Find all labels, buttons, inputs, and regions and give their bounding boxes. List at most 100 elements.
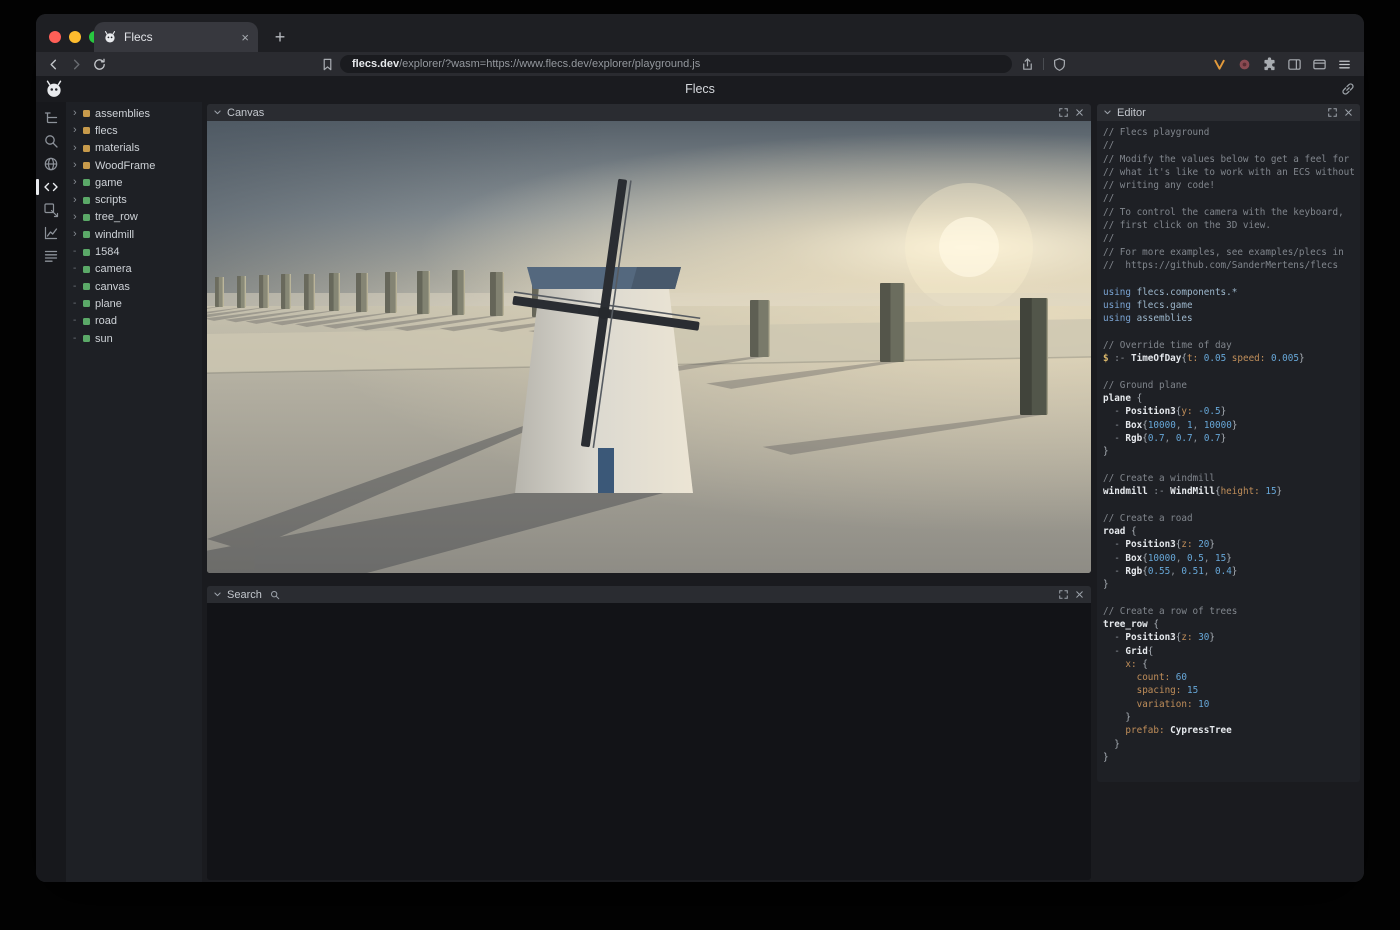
menu-icon[interactable] (1337, 57, 1352, 72)
expand-arrow-icon[interactable]: › (73, 160, 83, 171)
code-line: } (1103, 578, 1360, 591)
tree-item-flecs[interactable]: › flecs (66, 122, 202, 139)
code-line: // Modify the values below to get a feel… (1103, 153, 1360, 166)
fullscreen-icon[interactable] (1327, 107, 1338, 118)
tree-item-1584[interactable]: -1584 (66, 243, 202, 260)
canvas-viewport[interactable] (207, 121, 1091, 573)
tree-item-sun[interactable]: -sun (66, 330, 202, 347)
back-button[interactable] (46, 57, 61, 72)
tree-rail-button[interactable] (43, 110, 59, 126)
flecs-favicon-icon (103, 30, 117, 44)
canvas-panel-header: Canvas (207, 104, 1091, 121)
module-square-icon (83, 127, 90, 134)
code-icon (43, 179, 59, 195)
v-extension-icon[interactable] (1212, 57, 1227, 72)
traffic-minimize-button[interactable] (69, 31, 81, 43)
tree-item-label: game (95, 177, 123, 189)
browser-tab[interactable]: Flecs × (94, 22, 258, 52)
bookmark-icon[interactable] (320, 57, 335, 72)
search-panel-header: Search (207, 586, 1091, 603)
expand-arrow-icon[interactable]: › (73, 212, 83, 223)
entity-square-icon (83, 300, 90, 307)
tree-item-game[interactable]: › game (66, 174, 202, 191)
code-line (1103, 498, 1360, 511)
stats-rail-button[interactable] (43, 225, 59, 241)
tree-item-tree_row[interactable]: ›tree_row (66, 209, 202, 226)
expand-arrow-icon[interactable]: › (73, 143, 83, 154)
share-icon[interactable] (1020, 57, 1035, 72)
tree-item-windmill[interactable]: ›windmill (66, 226, 202, 243)
tree-item-road[interactable]: -road (66, 313, 202, 330)
extension-badge-icon[interactable] (1237, 57, 1252, 72)
traffic-close-button[interactable] (49, 31, 61, 43)
extensions-puzzle-icon[interactable] (1262, 57, 1277, 72)
leaf-dash-icon: - (73, 299, 83, 309)
expand-arrow-icon[interactable]: › (73, 177, 83, 188)
collapse-caret-icon[interactable] (213, 108, 222, 117)
shield-icon[interactable] (1052, 57, 1067, 72)
code-line: - Box{10000, 1, 10000} (1103, 419, 1360, 432)
code-line: prefab: CypressTree (1103, 724, 1360, 737)
code-rail-button[interactable] (43, 179, 59, 195)
url-domain-text: flecs.dev (352, 58, 399, 70)
tree-item-WoodFrame[interactable]: ›WoodFrame (66, 157, 202, 174)
code-line (1103, 365, 1360, 378)
inspect-icon (43, 202, 59, 218)
fullscreen-icon[interactable] (1058, 107, 1069, 118)
entity-square-icon (83, 249, 90, 256)
tree-item-materials[interactable]: ›materials (66, 140, 202, 157)
app-header: Flecs (36, 76, 1364, 102)
tree-item-plane[interactable]: -plane (66, 295, 202, 312)
module-square-icon (83, 110, 90, 117)
code-editor[interactable]: // Flecs playground//// Modify the value… (1097, 121, 1360, 782)
close-icon[interactable] (1074, 107, 1085, 118)
leaf-dash-icon: - (73, 282, 83, 292)
fullscreen-icon[interactable] (1058, 589, 1069, 600)
code-line: // Override time of day (1103, 339, 1360, 352)
code-line: using flecs.game (1103, 299, 1360, 312)
url-bar[interactable]: flecs.dev/explorer/?wasm=https://www.fle… (340, 55, 1012, 73)
tree-item-label: 1584 (95, 246, 119, 258)
inspect-rail-button[interactable] (43, 202, 59, 218)
code-line: x: { (1103, 658, 1360, 671)
page-title: Flecs (36, 76, 1364, 102)
tab-close-icon[interactable]: × (241, 31, 249, 44)
code-line: - Position3{z: 20} (1103, 538, 1360, 551)
collapse-caret-icon[interactable] (1103, 108, 1112, 117)
expand-arrow-icon[interactable]: › (73, 125, 83, 136)
close-icon[interactable] (1074, 589, 1085, 600)
expand-arrow-icon[interactable]: › (73, 229, 83, 240)
tree-item-canvas[interactable]: -canvas (66, 278, 202, 295)
log-rail-button[interactable] (43, 248, 59, 264)
permalink-button[interactable] (1340, 81, 1356, 97)
close-icon[interactable] (1343, 107, 1354, 118)
toolbar-divider (1043, 58, 1044, 70)
code-line: - Rgb{0.7, 0.7, 0.7} (1103, 432, 1360, 445)
new-tab-button[interactable]: + (268, 25, 292, 49)
url-path-text: /explorer/?wasm=https://www.flecs.dev/ex… (399, 58, 700, 70)
forward-button[interactable] (69, 57, 84, 72)
entity-square-icon (83, 335, 90, 342)
code-line: windmill :- WindMill{height: 15} (1103, 485, 1360, 498)
code-line: // https://github.com/SanderMertens/flec… (1103, 259, 1360, 272)
tree-item-scripts[interactable]: ›scripts (66, 191, 202, 208)
collapse-caret-icon[interactable] (213, 590, 222, 599)
code-line: using assemblies (1103, 312, 1360, 325)
wallet-card-icon[interactable] (1312, 57, 1327, 72)
side-panel-icon[interactable] (1287, 57, 1302, 72)
world-icon (43, 156, 59, 172)
expand-arrow-icon[interactable]: › (73, 195, 83, 206)
code-line: // (1103, 232, 1360, 245)
tree-item-label: flecs (95, 125, 118, 137)
expand-arrow-icon[interactable]: › (73, 108, 83, 119)
tree-item-camera[interactable]: -camera (66, 261, 202, 278)
code-line: // (1103, 192, 1360, 205)
code-line: plane { (1103, 392, 1360, 405)
tab-title: Flecs (124, 30, 234, 44)
reload-button[interactable] (92, 57, 107, 72)
world-rail-button[interactable] (43, 156, 59, 172)
search-icon (43, 133, 59, 149)
search-rail-button[interactable] (43, 133, 59, 149)
code-line: // Create a row of trees (1103, 605, 1360, 618)
tree-item-assemblies[interactable]: ›assemblies (66, 105, 202, 122)
